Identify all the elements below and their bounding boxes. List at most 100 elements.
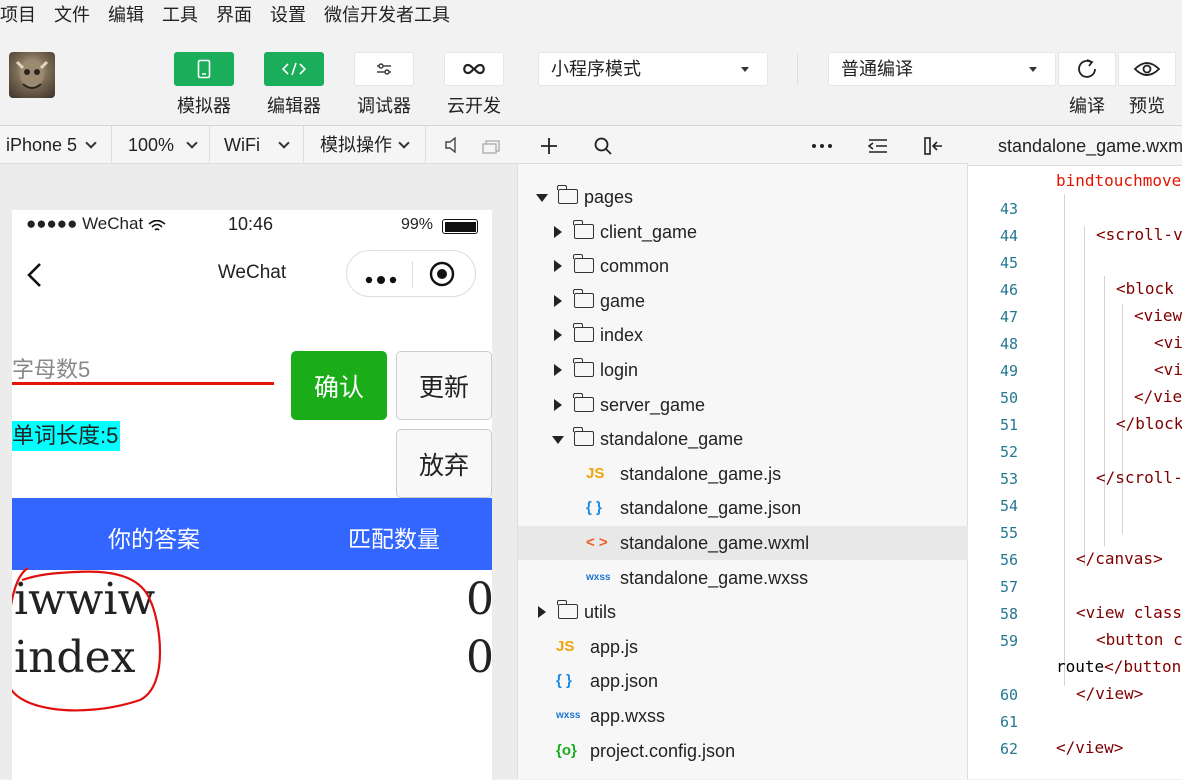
tree-item[interactable]: wxss app.wxss: [518, 699, 968, 733]
collapse-icon[interactable]: [868, 138, 888, 154]
status-battery: 99%: [401, 216, 434, 233]
editor-tab[interactable]: standalone_game.wxml: [968, 126, 1182, 166]
caret-right-icon[interactable]: [554, 294, 562, 307]
menu-item[interactable]: 微信开发者工具: [324, 1, 450, 27]
wifi-icon: [148, 220, 166, 231]
status-carrier: ●●●●● WeChat: [26, 214, 144, 233]
confirm-button[interactable]: 确认: [291, 351, 387, 420]
caret-down-icon[interactable]: [552, 436, 564, 445]
caret-right-icon[interactable]: [554, 329, 562, 342]
debugger-button[interactable]: [354, 52, 414, 86]
tree-item[interactable]: common: [518, 249, 968, 283]
tree-item[interactable]: login: [518, 353, 968, 387]
zoom-value: 100%: [128, 135, 175, 155]
caret-right-icon[interactable]: [554, 398, 562, 411]
line-number: 44: [999, 227, 1018, 245]
indent-guide: [1064, 194, 1065, 624]
code-line: <view: [1134, 306, 1182, 325]
caret-down-icon[interactable]: [536, 194, 548, 202]
simulator-button[interactable]: [174, 52, 234, 86]
tree-item[interactable]: server_game: [518, 388, 968, 422]
mode-select[interactable]: 小程序模式: [538, 52, 768, 86]
more-dots-icon[interactable]: [365, 271, 401, 284]
preview-button[interactable]: [1118, 52, 1176, 86]
compile-button[interactable]: [1058, 52, 1116, 86]
word-length-label: 单词长度:5: [12, 421, 121, 451]
chevron-down-icon: [398, 137, 410, 149]
tree-item[interactable]: { } standalone_game.json: [518, 491, 968, 525]
letter-count-input[interactable]: 字母数5: [12, 352, 274, 384]
line-number: 59: [999, 632, 1018, 650]
window-icon[interactable]: [482, 138, 500, 159]
zoom-select[interactable]: 100%: [112, 126, 210, 164]
compile-select[interactable]: 普通编译: [828, 52, 1056, 86]
tree-item[interactable]: < > standalone_game.wxml: [518, 526, 968, 560]
caret-right-icon[interactable]: [554, 225, 562, 238]
tree-item[interactable]: index: [518, 318, 968, 352]
folder-icon: [573, 288, 594, 308]
tree-item-label: utils: [584, 602, 617, 623]
line-number: 53: [999, 470, 1018, 488]
give-up-button[interactable]: 放弃: [396, 429, 492, 498]
avatar[interactable]: [9, 52, 55, 98]
tree-item[interactable]: { } app.json: [518, 664, 968, 698]
speaker-icon[interactable]: [444, 136, 458, 158]
tree-item[interactable]: wxss standalone_game.wxss: [518, 561, 968, 595]
caret-right-icon[interactable]: [538, 606, 546, 619]
code-editor[interactable]: bindtouchmove 43 44 <scroll-v 45 46 <block 47 <v…: [968, 166, 1182, 779]
folder-icon: [573, 219, 594, 239]
status-time: 10:46: [228, 214, 274, 234]
cloud-label: 云开发: [447, 96, 501, 116]
caret-right-icon[interactable]: [554, 260, 562, 273]
code-line: </view>: [1076, 684, 1144, 703]
line-number: 48: [999, 335, 1018, 353]
caret-right-icon[interactable]: [554, 364, 562, 376]
search-icon[interactable]: [594, 137, 612, 155]
folder-icon: [573, 358, 594, 377]
tree-item[interactable]: {o} project.config.json: [518, 734, 968, 768]
editor-tab-label: standalone_game.wxml: [998, 136, 1182, 156]
split-layout-icon[interactable]: [924, 136, 944, 156]
tree-item-label: server_game: [600, 394, 706, 415]
tree-item-label: login: [600, 360, 639, 380]
divider: [797, 54, 798, 84]
menu-item[interactable]: 界面: [216, 1, 252, 27]
tree-item[interactable]: utils: [518, 595, 968, 629]
tree-item[interactable]: game: [518, 284, 968, 318]
line-number: 43: [999, 200, 1018, 218]
network-select[interactable]: WiFi: [210, 126, 304, 164]
more-icon[interactable]: [812, 144, 832, 148]
line-number: 54: [999, 497, 1018, 515]
cloud-button[interactable]: [444, 52, 504, 86]
folder-icon: [557, 600, 578, 620]
menu-item[interactable]: 项目: [0, 1, 36, 27]
menu-item[interactable]: 设置: [270, 1, 306, 27]
device-select[interactable]: iPhone 5: [0, 126, 112, 164]
menu-item[interactable]: 文件: [54, 1, 90, 27]
folder-icon: [573, 392, 594, 412]
red-circle-annotation: [12, 567, 162, 712]
menu-item[interactable]: 工具: [162, 1, 198, 27]
tree-item[interactable]: JS app.js: [518, 630, 968, 664]
tree-item[interactable]: pages: [518, 180, 968, 214]
tree-item-label: app.wxss: [590, 706, 666, 726]
tree-item[interactable]: standalone_game: [518, 422, 968, 456]
tree-item[interactable]: client_game: [518, 215, 968, 249]
code-line: </view>: [1056, 738, 1124, 757]
tree-item-label: app.js: [590, 636, 639, 657]
editor-label: 编辑器: [267, 96, 321, 116]
tree-item[interactable]: JS standalone_game.js: [518, 457, 968, 491]
update-button[interactable]: 更新: [396, 351, 492, 420]
line-number: 60: [999, 686, 1018, 704]
line-number: 50: [999, 389, 1018, 407]
menu-item[interactable]: 编辑: [108, 1, 144, 27]
simulator-label: 模拟器: [177, 96, 231, 116]
close-target-icon[interactable]: [429, 261, 455, 292]
phone-screen: ●●●●● WeChat 10:46 99% WeChat 字母数5 确认 更新…: [12, 210, 492, 780]
add-icon[interactable]: [540, 137, 558, 155]
folder-icon: [573, 323, 594, 343]
line-number: 46: [999, 281, 1018, 299]
editor-button[interactable]: [264, 52, 324, 86]
line-number: 57: [999, 578, 1018, 596]
sim-ops-select[interactable]: 模拟操作: [304, 126, 426, 164]
